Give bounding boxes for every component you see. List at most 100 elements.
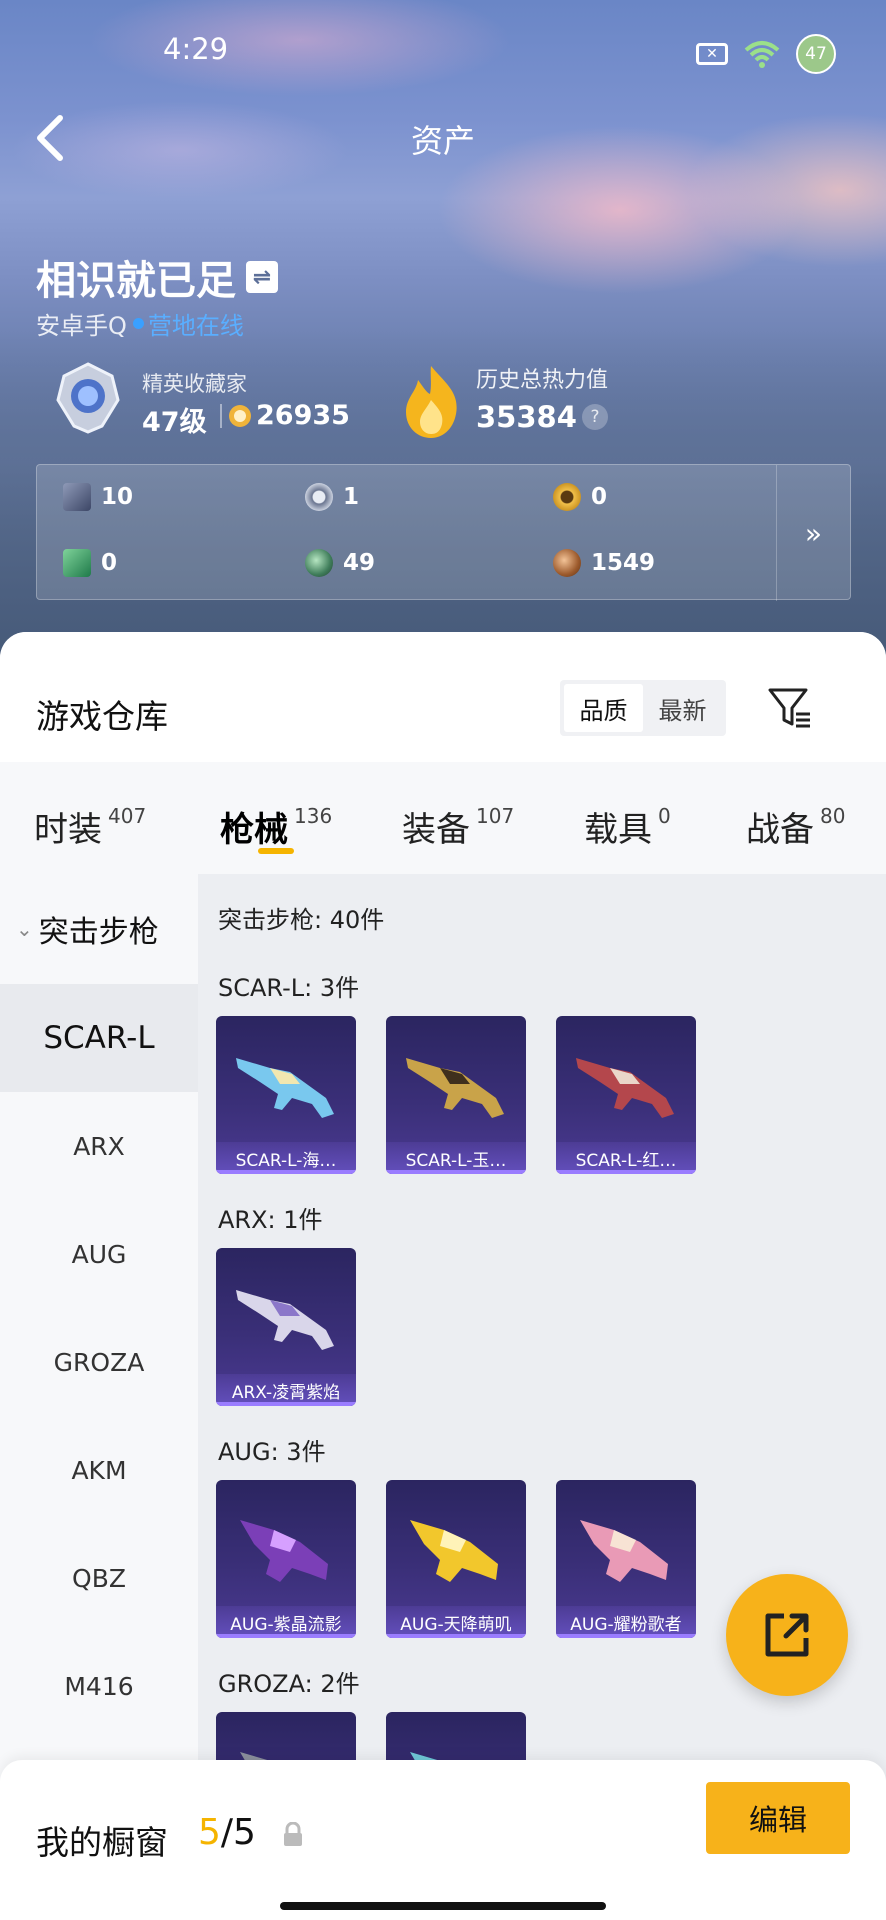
silver-coin-icon — [305, 483, 333, 511]
showcase-label: 我的橱窗 — [36, 1823, 168, 1862]
rarity-bar — [216, 1170, 356, 1174]
status-time: 4:29 — [163, 32, 229, 66]
side-group-label: 突击步枪 — [38, 915, 159, 950]
share-icon — [765, 1613, 809, 1657]
item-card[interactable]: ARX-凌霄紫焰 — [216, 1248, 356, 1406]
tab-label: 时装 — [34, 810, 102, 850]
section-title-aug: AUG: 3件 — [218, 1438, 326, 1466]
side-item-akm[interactable]: AKM — [0, 1416, 198, 1524]
rifle-icon — [236, 1058, 334, 1118]
section-title-arx: ARX: 1件 — [218, 1206, 323, 1234]
rarity-bar — [556, 1170, 696, 1174]
stat-bronze: 1549 — [553, 549, 655, 577]
page-title: 资产 — [410, 122, 475, 160]
category-tabs: 时装 407 枪械 136 装备 107 载具 0 战备 80 — [0, 762, 886, 874]
side-group-assault-rifles[interactable]: ⌄ 突击步枪 — [0, 874, 198, 984]
stat-silver: 1 — [305, 483, 359, 511]
side-item-arx[interactable]: ARX — [0, 1092, 198, 1200]
divider — [220, 404, 222, 428]
warehouse-header: 游戏仓库 品质 最新 — [0, 632, 886, 762]
tab-label: 战备 — [746, 810, 814, 850]
item-card[interactable]: SCAR-L-海… — [216, 1016, 356, 1174]
item-card[interactable]: AUG-紫晶流影 — [216, 1480, 356, 1638]
tab-label: 装备 — [402, 810, 470, 850]
stat-card: 10 — [63, 483, 133, 511]
edit-button[interactable]: 编辑 — [706, 1782, 850, 1854]
item-card[interactable]: AUG-天降萌叽 — [386, 1480, 526, 1638]
section-title-groza: GROZA: 2件 — [218, 1670, 360, 1698]
wifi-icon — [742, 39, 782, 69]
profile-hero: 4:29 ✕ 47 资产 相识就已足 ⇌ 安卓手Q 营地在线 精英收藏家 47级… — [0, 0, 886, 660]
rifle-icon — [406, 1058, 504, 1118]
bronze-coin-icon — [553, 549, 581, 577]
online-status: 营地在线 — [147, 312, 244, 340]
stat-value: 0 — [591, 484, 608, 510]
tab-equipment[interactable]: 装备 107 — [402, 802, 514, 851]
rifle-icon — [576, 1058, 674, 1118]
stat-green-card: 0 — [63, 549, 117, 577]
rifle-icon — [236, 1290, 334, 1350]
warehouse-title: 游戏仓库 — [36, 697, 168, 736]
tab-count: 136 — [294, 804, 333, 828]
platform-line: 安卓手Q 营地在线 — [36, 306, 244, 341]
rifle-icon — [580, 1520, 668, 1582]
tab-count: 407 — [108, 804, 147, 828]
warehouse-sheet: 游戏仓库 品质 最新 时装 407 枪械 136 装备 107 载具 0 战备 … — [0, 632, 886, 1920]
showcase-bar: 我的橱窗 5/5 编辑 — [0, 1760, 886, 1920]
sort-toggle: 品质 最新 — [560, 680, 726, 736]
rarity-bar — [556, 1634, 696, 1638]
side-item-m416[interactable]: M416 — [0, 1632, 198, 1740]
username: 相识就已足 ⇌ — [36, 248, 278, 306]
stat-green-orb: 49 — [305, 549, 375, 577]
tab-vehicles[interactable]: 载具 0 — [584, 802, 671, 851]
heat-value: 35384 — [476, 400, 577, 434]
rank-badge-icon — [50, 360, 126, 436]
rifle-icon — [410, 1520, 498, 1582]
tab-label: 载具 — [584, 810, 652, 850]
switch-account-icon[interactable]: ⇌ — [246, 261, 278, 293]
stats-more-button[interactable]: » — [776, 465, 850, 601]
item-card[interactable]: SCAR-L-玉… — [386, 1016, 526, 1174]
showcase-current: 5 — [198, 1812, 221, 1853]
rarity-bar — [216, 1402, 356, 1406]
side-item-scar-l[interactable]: SCAR-L — [0, 984, 198, 1092]
tab-label: 枪械 — [220, 810, 288, 850]
section-title-scar-l: SCAR-L: 3件 — [218, 974, 360, 1002]
tab-fashion[interactable]: 时装 407 — [34, 802, 146, 851]
gold-token-icon — [553, 483, 581, 511]
rarity-bar — [216, 1634, 356, 1638]
username-text: 相识就已足 — [36, 258, 236, 304]
share-button[interactable] — [726, 1574, 848, 1696]
sort-latest-button[interactable]: 最新 — [643, 684, 722, 732]
home-indicator — [280, 1902, 606, 1910]
platform-text: 安卓手Q — [36, 312, 127, 340]
card-icon — [63, 483, 91, 511]
heat-title: 历史总热力值 — [476, 368, 609, 393]
tab-count: 80 — [820, 804, 846, 828]
tab-supplies[interactable]: 战备 80 — [746, 802, 845, 851]
coin-value: 26935 — [256, 400, 350, 431]
stat-value: 0 — [101, 550, 118, 576]
item-card[interactable]: SCAR-L-红… — [556, 1016, 696, 1174]
coin-icon — [228, 404, 252, 428]
showcase-count: 5/5 — [198, 1812, 256, 1853]
sort-quality-button[interactable]: 品质 — [564, 684, 643, 732]
side-item-groza[interactable]: GROZA — [0, 1308, 198, 1416]
stat-value: 1549 — [591, 550, 656, 576]
tab-guns[interactable]: 枪械 136 — [220, 802, 332, 851]
flame-icon — [396, 364, 466, 440]
side-item-qbz[interactable]: QBZ — [0, 1524, 198, 1632]
help-icon[interactable]: ? — [582, 404, 608, 430]
rank-title: 精英收藏家 — [142, 372, 247, 396]
active-tab-indicator — [258, 848, 294, 854]
stat-value: 1 — [343, 484, 360, 510]
green-card-icon — [63, 549, 91, 577]
item-card[interactable]: AUG-耀粉歌者 — [556, 1480, 696, 1638]
online-dot-icon — [132, 318, 144, 329]
rifle-icon — [240, 1520, 328, 1582]
status-icons: ✕ 47 — [696, 34, 836, 74]
rarity-bar — [386, 1634, 526, 1638]
filter-icon[interactable] — [766, 684, 814, 732]
side-item-aug[interactable]: AUG — [0, 1200, 198, 1308]
stats-panel[interactable]: 10 1 0 0 49 1549 » — [36, 464, 851, 601]
